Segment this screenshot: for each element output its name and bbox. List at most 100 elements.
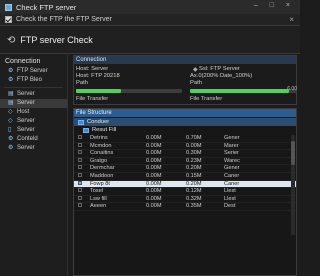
table-row[interactable]: Lsw fill 0.00M 0.32M Llest — [74, 195, 296, 204]
sidebar-item-host[interactable]: ◇ Host — [0, 108, 67, 117]
scrollbar-thumb[interactable] — [291, 141, 295, 165]
table-row[interactable]: Detrins 0.00M 0.70M Gener — [74, 135, 296, 143]
tree-root[interactable]: Conduer — [74, 118, 296, 126]
file-transfer-label-right: File Transfer — [190, 96, 223, 102]
file-structure-panel: File Structure Conduer Resut Fill Detrin… — [73, 108, 297, 276]
sidebar-item-conteld[interactable]: ⚙ Conteld — [0, 135, 67, 144]
file-name: Tosel — [90, 188, 104, 195]
table-row[interactable]: Aeeen 0.00M 0.35M Dest — [74, 203, 296, 211]
file-name: Detrins — [90, 135, 108, 141]
folder-tree: Conduer Resut Fill — [74, 118, 296, 134]
row-checkbox[interactable] — [78, 142, 82, 147]
sidebar-item-server[interactable]: ▤ Server — [0, 90, 67, 99]
table-row[interactable]: Maddoon 0.00M 0.15M Caner — [74, 172, 296, 181]
table-row[interactable]: Mcmdon 0.00M 0.00M Marer — [74, 142, 296, 151]
row-checkbox[interactable] — [78, 195, 82, 200]
row-checkbox[interactable] — [78, 157, 82, 162]
sidebar-item-label: Server — [17, 91, 35, 97]
ssl-label: Ssl: FTP Server — [199, 66, 240, 72]
file-name: Mcmdon — [90, 142, 112, 149]
file-transfer: 0.00M — [186, 142, 202, 149]
sidebar-item-label: FTP Bleo — [17, 77, 42, 83]
file-status: Warec — [224, 157, 240, 164]
file-name: Conaitins — [90, 150, 114, 157]
right-progress-fill — [190, 89, 289, 93]
left-progress-fill — [76, 89, 121, 93]
file-structure-heading: File Structure — [74, 109, 296, 117]
file-transfer: 0.20M — [186, 180, 202, 187]
server-icon: ▤ — [8, 100, 14, 106]
file-size: 0.00M — [146, 188, 162, 195]
folder-icon — [83, 127, 89, 133]
check-bar: Check the FTP the FTP Server × — [0, 14, 300, 26]
row-checkbox[interactable] — [78, 188, 82, 193]
window-controls[interactable]: – □ × — [254, 2, 295, 9]
check-label: Check the FTP the FTP Server — [16, 16, 112, 23]
sidebar-item-label: Server — [17, 127, 35, 133]
tree-folder[interactable]: Resut Fill — [74, 126, 296, 134]
sidebar-item-server-selected[interactable]: ▤ Server — [0, 99, 67, 108]
sidebar-item-server-4[interactable]: ⚙ Server — [0, 144, 67, 153]
gear-icon: ⚙ — [8, 77, 14, 83]
gear-icon: ⚙ — [8, 136, 14, 142]
gear-icon: ⚙ — [8, 68, 14, 74]
file-transfer: 0.15M — [186, 172, 202, 179]
close-icon[interactable]: × — [289, 15, 294, 24]
file-transfer-label: File Transfer — [76, 96, 109, 102]
gear-icon: ⚙ — [8, 145, 14, 151]
file-size: 0.00M — [146, 157, 162, 164]
check-checkbox[interactable] — [5, 16, 12, 23]
table-row[interactable]: Dermchar 0.00M 0.20M Gener — [74, 165, 296, 173]
sidebar: Connection ⚙ FTP Server ⚙ FTP Bleo ▤ Server… — [0, 55, 68, 276]
file-name: Gratgo — [90, 157, 108, 164]
ax-value: Ax.0(200% Date_100%) — [190, 73, 253, 79]
row-checkbox[interactable] — [78, 165, 82, 170]
file-status: Llest — [224, 195, 236, 202]
left-progress-bar — [76, 89, 182, 93]
file-size: 0.00M — [146, 135, 162, 141]
sidebar-heading: Connection — [5, 58, 41, 65]
connection-panel: Connection Host: Server Host: FTP 20218 … — [73, 55, 297, 105]
file-size: 0.00M — [146, 203, 162, 210]
file-name: Aeeen — [90, 203, 107, 210]
file-status: Dest — [224, 203, 236, 210]
file-name: Dermchar — [90, 165, 115, 172]
row-checkbox[interactable] — [78, 203, 82, 208]
folder-icon — [78, 119, 84, 125]
file-status: Gener — [224, 165, 240, 172]
file-transfer: 0.12M — [186, 188, 202, 195]
row-checkbox[interactable] — [78, 180, 82, 185]
row-checkbox[interactable] — [78, 172, 82, 177]
scrollbar[interactable] — [291, 135, 295, 235]
file-status: Serier — [224, 150, 239, 157]
connection-right: Ssl: FTP Server Ax.0(200% Date_100%) Pat… — [190, 66, 297, 93]
sidebar-item-label: Server — [17, 145, 35, 151]
file-icon: ▯ — [8, 127, 12, 133]
file-transfer: 0.30M — [186, 150, 202, 157]
title-bar: Check FTP server – □ × — [0, 0, 300, 14]
file-name: Maddoon — [90, 172, 114, 179]
table-row[interactable]: Gratgo 0.00M 0.23M Warec — [74, 157, 296, 166]
connection-heading: Connection — [74, 56, 296, 64]
file-size: 0.00M — [146, 142, 162, 149]
app-icon — [5, 3, 12, 11]
sidebar-item-ftp-server[interactable]: ⚙ FTP Server — [0, 67, 67, 76]
progress-value: 6.00 — [287, 86, 297, 92]
sidebar-item-server-2[interactable]: ◇ Server — [0, 117, 67, 126]
file-list: Detrins 0.00M 0.70M Gener Mcmdon 0.00M 0.00M Ma… — [74, 135, 296, 211]
file-status: Llest — [224, 188, 236, 195]
file-status: Gener — [224, 135, 240, 141]
sidebar-item-label: Server — [17, 100, 35, 106]
page-title: FTP server Check — [20, 35, 93, 45]
file-size: 0.00M — [146, 172, 162, 179]
table-row[interactable]: Conaitins 0.00M 0.30M Serier — [74, 150, 296, 158]
row-checkbox[interactable] — [78, 135, 82, 139]
path-label: Path — [76, 80, 88, 86]
sidebar-item-server-3[interactable]: ▯ Server — [0, 126, 67, 135]
row-checkbox[interactable] — [78, 150, 82, 155]
table-row[interactable]: Tosel 0.00M 0.12M Llest — [74, 188, 296, 196]
file-transfer: 0.32M — [186, 195, 202, 202]
file-transfer: 0.70M — [186, 135, 202, 141]
sidebar-item-ftp-bleo[interactable]: ⚙ FTP Bleo — [0, 76, 67, 85]
table-row[interactable]: Fowp 8t 0.00M 0.20M Caner — [74, 180, 296, 189]
